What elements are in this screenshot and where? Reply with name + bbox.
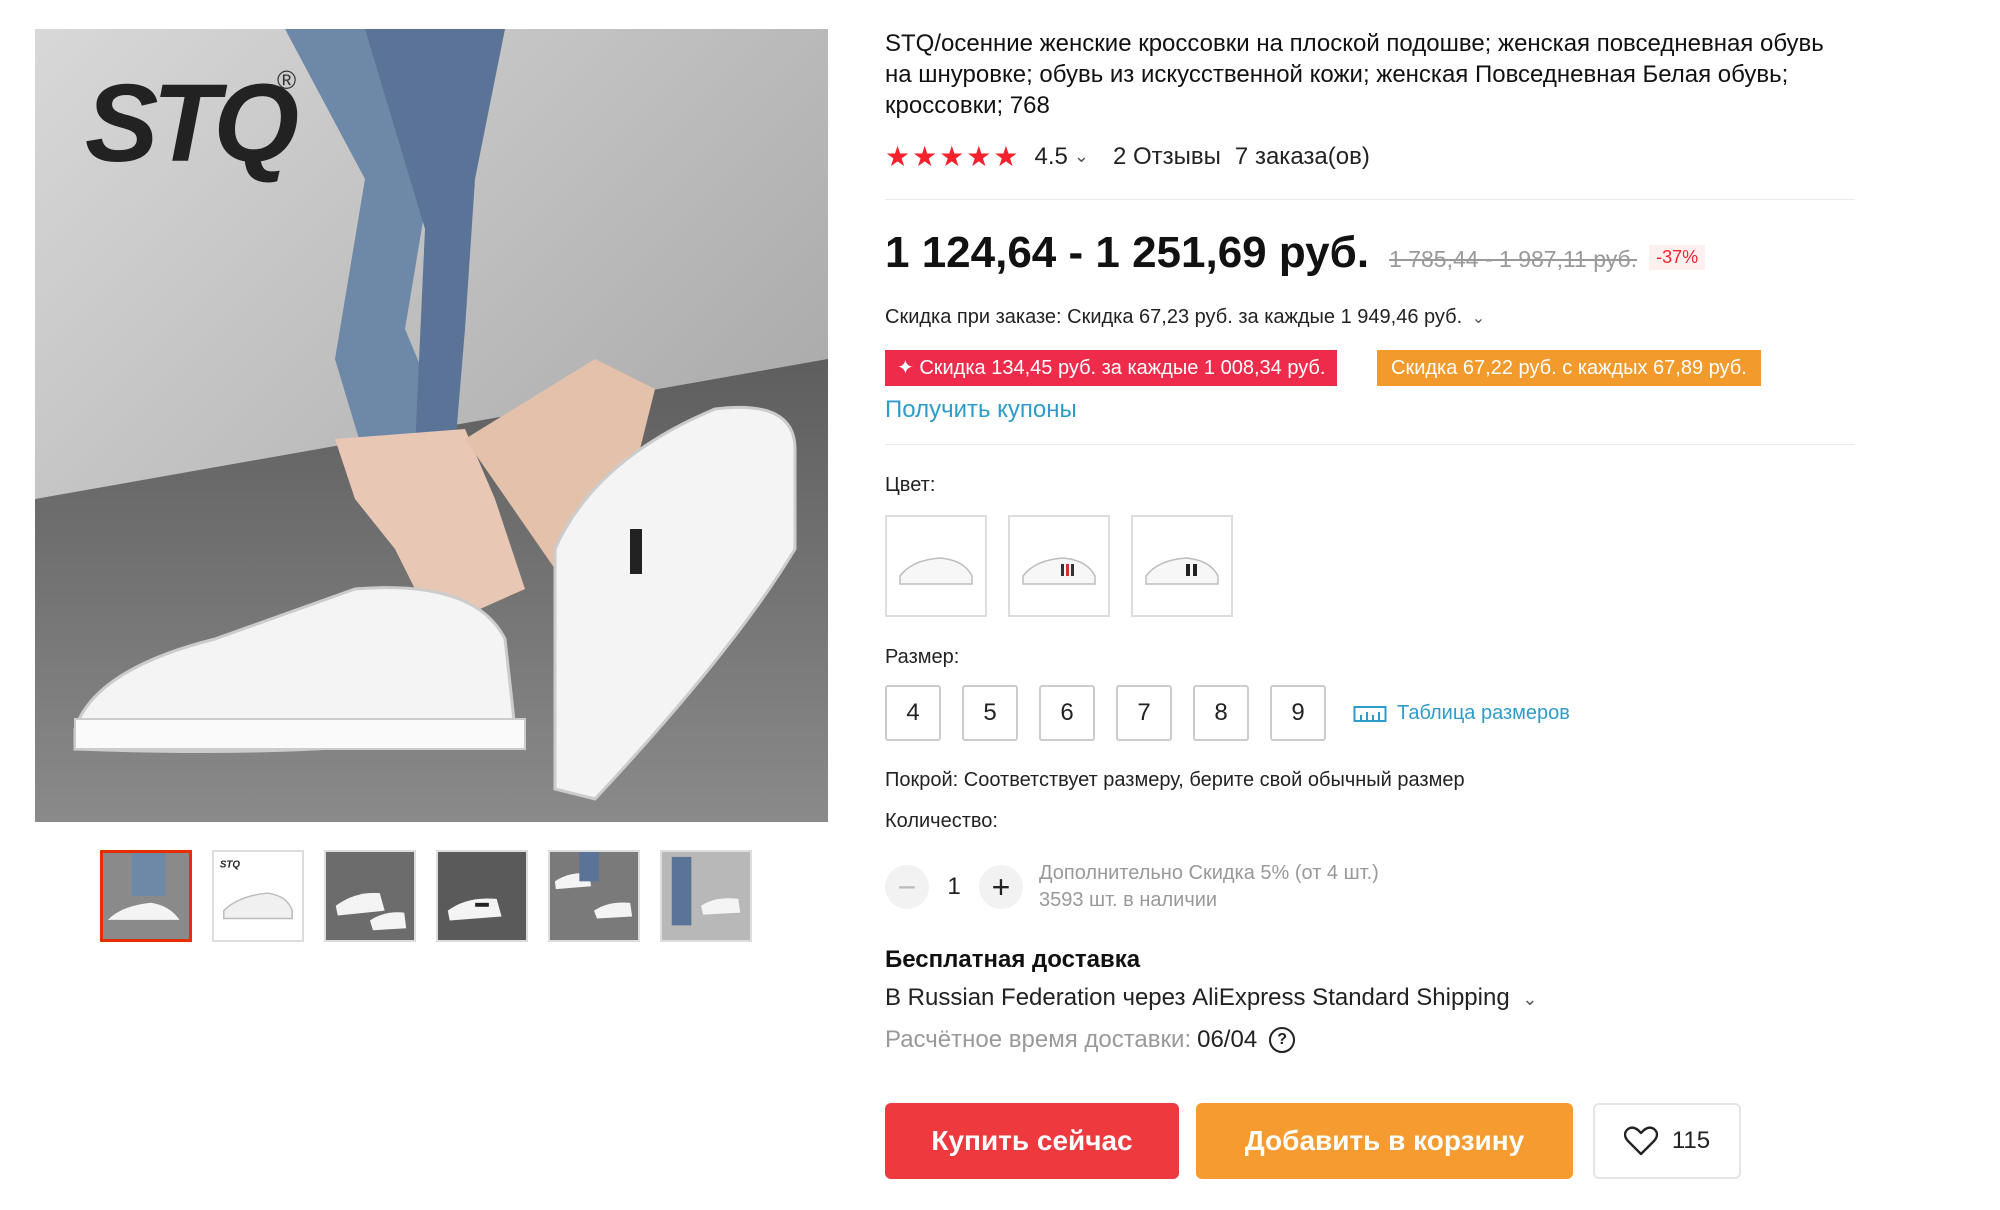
heart-icon	[1623, 1126, 1658, 1156]
size-options: 4 5 6 7 8 9 Таблица размеров	[885, 685, 1570, 741]
thumbnail-3[interactable]	[324, 850, 416, 942]
size-option-5[interactable]: 5	[962, 685, 1018, 741]
thumbnail-6[interactable]	[660, 850, 752, 942]
svg-text:STQ: STQ	[220, 860, 240, 871]
brand-logo: STQ	[85, 62, 299, 185]
main-product-image[interactable]: STQ ®	[35, 29, 828, 822]
coupon-orange[interactable]: Скидка 67,22 руб. с каждых 67,89 руб.	[1377, 350, 1761, 386]
order-discount-text: Скидка при заказе: Скидка 67,23 руб. за …	[885, 306, 1463, 328]
wishlist-button[interactable]: 115	[1593, 1103, 1741, 1179]
color-option-white-plain[interactable]	[885, 515, 987, 617]
color-options	[885, 515, 1233, 617]
size-label: Размер:	[885, 646, 960, 668]
buy-now-button[interactable]: Купить сейчас	[885, 1103, 1179, 1179]
chevron-down-icon[interactable]: ⌄	[1074, 146, 1089, 167]
divider	[885, 444, 1855, 445]
quantity-plus-button[interactable]: +	[979, 865, 1023, 909]
quantity-label: Количество:	[885, 810, 998, 832]
quantity-info: Дополнительно Скидка 5% (от 4 шт.) 3593 …	[1039, 860, 1379, 914]
shipping-title: Бесплатная доставка	[885, 946, 1141, 973]
chevron-down-icon[interactable]: ⌄	[1472, 310, 1485, 327]
chevron-down-icon[interactable]: ⌄	[1522, 989, 1537, 1009]
get-coupons-link[interactable]: Получить купоны	[885, 396, 1077, 424]
old-price: 1 785,44 - 1 987,11 руб.	[1389, 246, 1638, 272]
help-icon[interactable]: ?	[1269, 1027, 1296, 1053]
thumbnail-5[interactable]	[548, 850, 640, 942]
registered-mark: ®	[277, 65, 297, 95]
ruler-icon	[1353, 706, 1387, 722]
delivery-time: Расчётное время доставки: 06/04 ?	[885, 1026, 1296, 1054]
size-table-label: Таблица размеров	[1397, 701, 1570, 724]
add-to-cart-button[interactable]: Добавить в корзину	[1196, 1103, 1573, 1179]
thumbnail-4[interactable]	[436, 850, 528, 942]
discount-badge: -37%	[1649, 245, 1706, 270]
product-title: STQ/осенние женские кроссовки на плоской…	[885, 30, 1824, 119]
color-label: Цвет:	[885, 474, 936, 496]
size-option-6[interactable]: 6	[1039, 685, 1095, 741]
rating-row: ★★★★★ 4.5 ⌄ 2 Отзывы 7 заказа(ов)	[885, 140, 1370, 173]
size-option-7[interactable]: 7	[1116, 685, 1172, 741]
current-price: 1 124,64 - 1 251,69 руб.	[885, 228, 1370, 277]
order-discount-info[interactable]: Скидка при заказе: Скидка 67,23 руб. за …	[885, 306, 1485, 329]
stock-text: 3593 шт. в наличии	[1039, 889, 1218, 911]
rating-value[interactable]: 4.5	[1035, 143, 1068, 171]
extra-discount-text: Дополнительно Скидка 5% (от 4 шт.)	[1039, 862, 1379, 884]
thumbnail-strip: STQ	[100, 850, 752, 942]
fit-info: Покрой: Соответствует размеру, берите св…	[885, 769, 1465, 791]
price-row: 1 124,64 - 1 251,69 руб. 1 785,44 - 1 98…	[885, 228, 1706, 278]
quantity-stepper: − 1 + Дополнительно Скидка 5% (от 4 шт.)…	[885, 860, 1379, 914]
size-table-link[interactable]: Таблица размеров	[1353, 702, 1570, 725]
shipping-method-text: В Russian Federation через AliExpress St…	[885, 984, 1510, 1011]
quantity-value[interactable]: 1	[929, 873, 979, 901]
coupon-red[interactable]: ✦ Скидка 134,45 руб. за каждые 1 008,34 …	[885, 350, 1338, 386]
shipping-method[interactable]: В Russian Federation через AliExpress St…	[885, 984, 1537, 1012]
thumbnail-2[interactable]: STQ	[212, 850, 304, 942]
color-option-white-black-stripe[interactable]	[1131, 515, 1233, 617]
color-option-white-red-stripe[interactable]	[1008, 515, 1110, 617]
size-option-9[interactable]: 9	[1270, 685, 1326, 741]
orders-count: 7 заказа(ов)	[1234, 142, 1370, 170]
delivery-time-value: 06/04	[1197, 1026, 1258, 1053]
delivery-time-label: Расчётное время доставки:	[885, 1026, 1192, 1053]
star-rating-icons: ★★★★★	[885, 141, 1021, 172]
divider	[885, 199, 1855, 200]
wishlist-count: 115	[1671, 1127, 1711, 1154]
quantity-minus-button[interactable]: −	[885, 865, 929, 909]
size-option-4[interactable]: 4	[885, 685, 941, 741]
thumbnail-1[interactable]	[100, 850, 192, 942]
size-option-8[interactable]: 8	[1193, 685, 1249, 741]
reviews-link[interactable]: 2 Отзывы	[1113, 143, 1221, 171]
